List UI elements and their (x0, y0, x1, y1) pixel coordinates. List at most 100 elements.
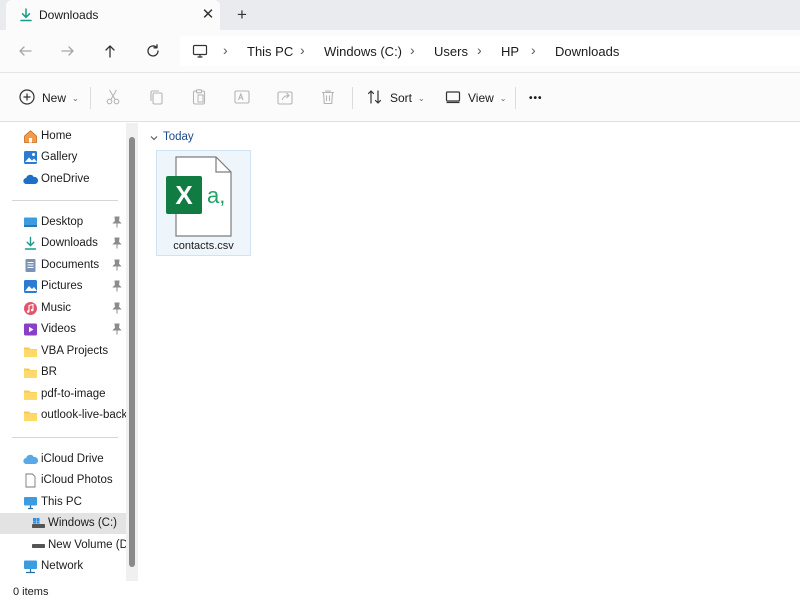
item-count: 0 items (13, 586, 49, 598)
sidebar-item-vba-projects[interactable]: VBA Projects (0, 341, 126, 362)
breadcrumb-downloads[interactable]: Downloads (555, 44, 619, 59)
view-icon (444, 88, 462, 109)
sidebar-item-network[interactable]: Network (0, 556, 126, 577)
csv-badge-text: a, (207, 183, 225, 208)
breadcrumb-hp[interactable]: HP (501, 44, 519, 59)
sidebar-item-label: iCloud Drive (41, 453, 104, 465)
sidebar-item-music[interactable]: Music (0, 298, 126, 319)
sidebar-item-pictures[interactable]: Pictures (0, 276, 126, 297)
sidebar-item-label: Network (41, 560, 84, 572)
scrollbar-thumb[interactable] (129, 137, 135, 567)
gallery-icon (23, 150, 38, 165)
sidebar-item-icloud-photos[interactable]: iCloud Photos (0, 470, 126, 491)
file-view: Today X a, contacts.csv (143, 123, 800, 581)
new-tab-button[interactable]: + (232, 5, 252, 25)
new-button[interactable]: New ⌄ (18, 87, 79, 109)
file-name: contacts.csv (173, 240, 234, 252)
sidebar-item-label: Home (41, 130, 72, 142)
chevron-down-icon: ⌄ (72, 93, 79, 103)
pin-icon[interactable] (112, 302, 122, 314)
paste-button[interactable] (190, 87, 208, 109)
sidebar-item-label: Windows (C:) (48, 517, 118, 529)
command-bar: New ⌄ Sort ⌄ View ⌄ ••• (0, 72, 800, 122)
navigation-pane: Home Gallery OneDrive Desktop Downloads … (0, 123, 138, 581)
copy-button[interactable] (147, 87, 165, 109)
rename-icon (233, 88, 251, 109)
toolbar-divider (352, 87, 353, 109)
music-icon (23, 301, 38, 316)
sidebar-item-label: Downloads (41, 237, 98, 249)
sidebar-item-label: Pictures (41, 280, 83, 292)
cut-button[interactable] (104, 87, 122, 109)
file-item[interactable]: X a, contacts.csv (156, 150, 251, 256)
pin-icon[interactable] (112, 280, 122, 292)
sidebar-item-pdf-to-image[interactable]: pdf-to-image (0, 384, 126, 405)
breadcrumb-separator[interactable]: › (410, 42, 415, 58)
refresh-icon[interactable] (142, 40, 164, 62)
sidebar-item-desktop[interactable]: Desktop (0, 212, 126, 233)
sidebar-item-documents[interactable]: Documents (0, 255, 126, 276)
sidebar-item-gallery[interactable]: Gallery (0, 147, 126, 168)
more-options-button[interactable]: ••• (529, 87, 543, 109)
breadcrumb-separator[interactable]: › (223, 42, 228, 58)
back-arrow-icon[interactable] (14, 40, 36, 62)
tab-strip: Downloads ✕ + (0, 0, 800, 30)
sidebar-item-windows-c[interactable]: Windows (C:) (0, 513, 126, 534)
breadcrumb-windows-c[interactable]: Windows (C:) (324, 44, 402, 59)
icloud-drive-icon (23, 452, 39, 467)
sort-icon (366, 88, 384, 109)
sidebar-item-br[interactable]: BR (0, 362, 126, 383)
tab-downloads[interactable]: Downloads ✕ (6, 0, 220, 30)
delete-icon (319, 88, 337, 109)
up-arrow-icon[interactable] (99, 40, 121, 62)
delete-button[interactable] (319, 87, 337, 109)
sidebar-scrollbar[interactable] (126, 123, 138, 581)
sidebar-item-home[interactable]: Home (0, 126, 126, 147)
sidebar-item-label: This PC (41, 496, 82, 508)
status-bar: 0 items (0, 581, 800, 602)
sidebar-item-videos[interactable]: Videos (0, 319, 126, 340)
breadcrumb-separator[interactable]: › (531, 42, 536, 58)
close-tab-icon[interactable]: ✕ (198, 5, 218, 25)
rename-button[interactable] (233, 87, 251, 109)
paste-icon (190, 88, 208, 109)
this-pc-icon (192, 43, 208, 59)
sort-button[interactable]: Sort ⌄ (366, 87, 425, 109)
pin-icon[interactable] (112, 259, 122, 271)
address-bar[interactable]: › This PC › Windows (C:) › Users › HP › … (180, 36, 800, 66)
breadcrumb-this-pc[interactable]: This PC (247, 44, 293, 59)
sidebar-item-this-pc[interactable]: This PC (0, 492, 126, 513)
network-icon (23, 559, 38, 574)
sidebar-item-downloads[interactable]: Downloads (0, 233, 126, 254)
sidebar-item-label: Documents (41, 259, 100, 271)
sort-button-label: Sort (390, 91, 413, 105)
sidebar-item-outlook-live-back[interactable]: outlook-live-back (0, 405, 126, 426)
share-icon (276, 88, 294, 109)
sidebar-item-label: New Volume (D: (48, 539, 126, 551)
drive-c-icon (31, 516, 46, 531)
forward-arrow-icon[interactable] (57, 40, 79, 62)
view-button[interactable]: View ⌄ (444, 87, 507, 109)
breadcrumb-separator[interactable]: › (300, 42, 305, 58)
documents-icon (23, 258, 38, 273)
breadcrumb-users[interactable]: Users (434, 44, 468, 59)
view-button-label: View (468, 91, 494, 105)
sidebar-item-onedrive[interactable]: OneDrive (0, 169, 126, 190)
pin-icon[interactable] (112, 237, 122, 249)
share-button[interactable] (276, 87, 294, 109)
new-button-label: New (42, 91, 67, 105)
pin-icon[interactable] (112, 323, 122, 335)
this-pc-icon (23, 495, 38, 510)
copy-icon (147, 88, 165, 109)
chevron-down-icon[interactable] (149, 132, 159, 142)
folder-icon (23, 387, 38, 402)
group-header-today[interactable]: Today (149, 131, 194, 143)
videos-icon (23, 322, 38, 337)
sidebar-item-icloud-drive[interactable]: iCloud Drive (0, 449, 126, 470)
desktop-icon (23, 215, 38, 230)
sidebar-item-new-volume-d[interactable]: New Volume (D: (0, 535, 126, 556)
excel-badge-letter: X (175, 180, 193, 210)
pin-icon[interactable] (112, 216, 122, 228)
onedrive-cloud-icon (23, 172, 39, 187)
breadcrumb-separator[interactable]: › (477, 42, 482, 58)
